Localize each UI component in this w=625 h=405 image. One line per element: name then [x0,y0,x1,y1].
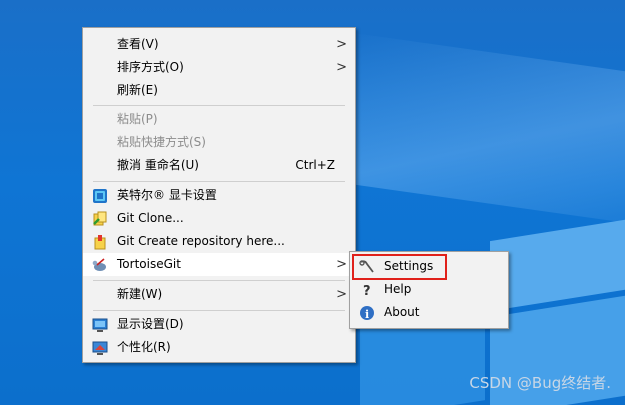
menu-item-label: 粘贴(P) [117,112,158,126]
menu-item-label: Help [384,282,412,296]
menu-item-display-settings[interactable]: 显示设置(D) [83,313,355,336]
menu-item-tortoisegit[interactable]: TortoiseGit > [83,253,355,276]
menu-item-label: 个性化(R) [117,340,171,354]
menu-item-git-create-repo[interactable]: Git Create repository here... [83,230,355,253]
chevron-right-icon: > [336,60,347,75]
menu-item-label: 粘贴快捷方式(S) [117,135,206,149]
menu-item-intel-graphics[interactable]: 英特尔® 显卡设置 [83,184,355,207]
menu-separator [93,310,345,311]
chevron-right-icon: > [336,287,347,302]
watermark: CSDN @Bug终结者. [469,374,611,392]
menu-item-label: 新建(W) [117,287,163,301]
chevron-right-icon: > [336,37,347,52]
menu-item-new[interactable]: 新建(W) > [83,283,355,306]
menu-item-personalize[interactable]: 个性化(R) [83,336,355,359]
svg-text:i: i [365,308,369,321]
menu-separator [93,105,345,106]
menu-separator [93,181,345,182]
menu-item-label: 撤消 重命名(U) [117,158,199,172]
submenu-item-help[interactable]: ? Help [350,278,508,301]
menu-item-label: About [384,305,420,319]
submenu-item-about[interactable]: i About [350,301,508,324]
menu-item-label: 显示设置(D) [117,317,184,331]
menu-item-label: 查看(V) [117,37,159,51]
about-info-icon: i [359,305,375,321]
tortoisegit-icon [92,257,108,273]
git-create-repo-icon [92,234,108,250]
intel-graphics-icon [92,188,108,204]
desktop-context-menu: 查看(V) > 排序方式(O) > 刷新(E) 粘贴(P) 粘贴快捷方式(S) … [82,27,356,363]
personalize-icon [92,340,108,356]
menu-item-label: 排序方式(O) [117,60,184,74]
menu-item-shortcut: Ctrl+Z [295,158,335,172]
menu-item-paste-shortcut[interactable]: 粘贴快捷方式(S) [83,131,355,154]
menu-separator [93,280,345,281]
menu-item-git-clone[interactable]: Git Clone... [83,207,355,230]
svg-text:?: ? [363,284,371,298]
menu-item-view[interactable]: 查看(V) > [83,33,355,56]
menu-item-undo-rename[interactable]: 撤消 重命名(U) Ctrl+Z [83,154,355,177]
menu-item-sort-by[interactable]: 排序方式(O) > [83,56,355,79]
menu-item-label: Git Create repository here... [117,234,285,248]
wallpaper-light-beam [321,31,625,239]
menu-item-refresh[interactable]: 刷新(E) [83,79,355,102]
menu-item-paste[interactable]: 粘贴(P) [83,108,355,131]
wallpaper-window-pane [490,218,625,312]
display-settings-icon [92,317,108,333]
menu-item-label: 刷新(E) [117,83,158,97]
help-icon: ? [359,282,375,299]
chevron-right-icon: > [336,257,347,272]
git-clone-icon [92,211,108,227]
menu-item-label: TortoiseGit [117,257,181,271]
menu-item-label: Git Clone... [117,211,184,225]
menu-item-label: 英特尔® 显卡设置 [117,188,217,202]
settings-highlight-box [352,254,447,280]
